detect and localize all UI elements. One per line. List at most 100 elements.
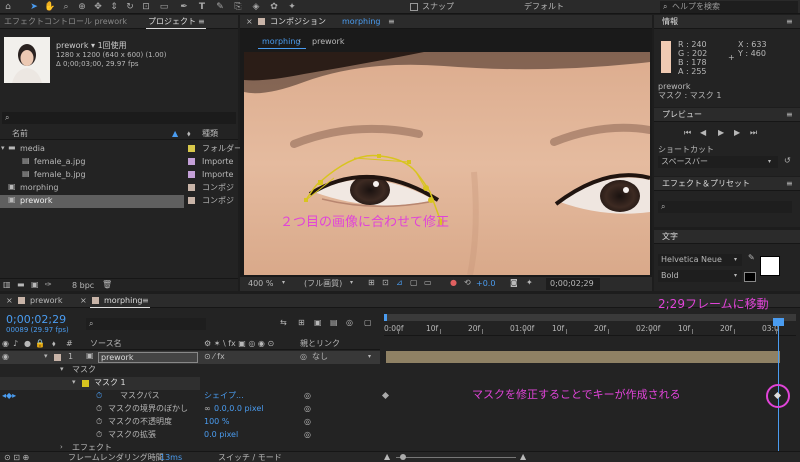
prev-frame-icon[interactable]: ◀ (700, 129, 706, 137)
panel-menu-icon[interactable]: ≡ (786, 18, 793, 26)
expand-arrow-icon[interactable]: ▾ (72, 379, 76, 386)
shy-icon[interactable]: ▣ (314, 319, 322, 327)
list-item-selected[interactable]: ▣ prework (0, 195, 184, 208)
zoom-dropdown[interactable]: 400 % (248, 280, 273, 288)
mask-visibility-icon[interactable]: ▢ (410, 279, 418, 287)
fill-color-swatch[interactable] (760, 256, 780, 276)
selection-tool-icon[interactable]: ➤ (28, 0, 40, 14)
guides-icon[interactable]: ▭ (424, 279, 432, 287)
lock-icon[interactable] (258, 18, 265, 25)
mask-path-value[interactable]: シェイプ... (204, 392, 244, 400)
expression-icon[interactable]: ◎ (304, 405, 311, 413)
transparency-icon[interactable]: ⊿ (396, 279, 403, 287)
layer-switches[interactable]: ⊙ ⁄ fx (204, 353, 225, 361)
expand-arrow-icon[interactable]: ▾ (1, 145, 5, 152)
hand-tool-icon[interactable]: ✋ (44, 0, 56, 14)
effects-search-field[interactable]: ⌕ (658, 201, 792, 213)
camera-snapshot-icon[interactable]: ◙ (510, 279, 518, 287)
panel-menu-icon[interactable]: ≡ (786, 111, 793, 119)
eyedropper-icon[interactable]: ✎ (748, 254, 755, 262)
mask-expansion-row[interactable]: ⏱ マスクの拡張 0.0 pixel ◎ (0, 429, 380, 442)
tab-morphing[interactable]: morphing (262, 38, 301, 46)
help-search-field[interactable]: ⌕ ヘルプを検索 (660, 1, 798, 13)
tab-effect-controls[interactable]: エフェクトコントロール prework (4, 18, 127, 26)
snapshot-grid-icon[interactable]: ⊞ (368, 279, 375, 287)
link-icon[interactable]: ∞ (204, 405, 211, 413)
loop-icon[interactable]: ↺ (784, 157, 791, 165)
mask-row[interactable]: ▾ マスク 1 (0, 377, 200, 390)
color-management-icon[interactable]: ● (450, 279, 457, 287)
clone-tool-icon[interactable]: ⎘ (232, 0, 244, 14)
exposure-value[interactable]: +0.0 (476, 280, 495, 288)
dolly-tool-icon[interactable]: ⇕ (108, 0, 120, 14)
frame-blend-icon[interactable]: ▤ (330, 319, 338, 327)
shortcut-dropdown[interactable]: スペースバー ▾ (658, 156, 778, 168)
col-type-header[interactable]: 種類 (202, 130, 218, 138)
region-icon[interactable]: ⊡ (382, 279, 389, 287)
panel-menu-icon[interactable]: ≡ (198, 18, 205, 26)
time-ruler[interactable]: 0:00f 10f 20f 01:00f 10f 20f 02:00f 10f 20f 03:0 (384, 322, 796, 336)
trash-icon[interactable]: 🗑 (102, 281, 112, 289)
show-snapshot-icon[interactable]: ✦ (526, 279, 533, 287)
close-icon[interactable]: × (6, 297, 13, 305)
keyframe-nav-icon[interactable]: ◂◆▸ (2, 392, 16, 400)
work-area-start-handle[interactable] (384, 314, 387, 321)
mask-feather-value[interactable]: 0.0,0.0 pixel (214, 405, 263, 413)
anchor-tool-icon[interactable]: ⊡ (140, 0, 152, 14)
panel-menu-icon[interactable]: ≡ (388, 18, 395, 26)
stopwatch-icon[interactable]: ⏱ (96, 431, 102, 439)
comp-flowchart-icon[interactable]: ⇆ (280, 319, 287, 327)
roto-tool-icon[interactable]: ✿ (268, 0, 280, 14)
exposure-reset-icon[interactable]: ⟲ (464, 279, 471, 287)
layer-row[interactable]: ◉ ▾ 1 ▣ prework ⊙ ⁄ fx ◎ なし ▾ (0, 351, 380, 364)
viewer-timecode[interactable]: 0;00;02;29 (550, 280, 594, 288)
mask-opacity-value[interactable]: 100 % (204, 418, 229, 426)
font-dropdown[interactable]: Helvetica Neue ▾ (658, 254, 742, 266)
layer-search-field[interactable]: ⌕ (86, 318, 206, 330)
sort-up-icon[interactable]: ▲ (172, 130, 178, 138)
layer-duration-bar[interactable] (386, 351, 780, 363)
type-tool-icon[interactable]: T (196, 0, 208, 14)
stopwatch-icon[interactable]: ⏱ (96, 405, 102, 413)
quality-dropdown[interactable]: (フル画質) (304, 280, 342, 288)
tab-prework[interactable]: prework (30, 297, 62, 305)
draft-3d-icon[interactable]: ⊞ (298, 319, 305, 327)
status-icons[interactable]: ⊙ ⊡ ⊕ (4, 454, 29, 462)
expression-icon[interactable]: ◎ (304, 431, 311, 439)
list-item[interactable]: ▤ female_a.jpg Importe (0, 156, 238, 169)
col-source-name[interactable]: ソース名 (90, 340, 122, 348)
pan-tool-icon[interactable]: ✥ (92, 0, 104, 14)
col-parent[interactable]: 親とリンク (300, 340, 340, 348)
project-search-field[interactable]: ⌕ (2, 112, 236, 124)
mask-feather-row[interactable]: ⏱ マスクの境界のぼかし ∞ 0.0,0.0 pixel ◎ (0, 403, 380, 416)
last-frame-icon[interactable]: ⏭ (750, 129, 757, 137)
viewer-image[interactable] (244, 52, 650, 275)
mask-expansion-value[interactable]: 0.0 pixel (204, 431, 238, 439)
expand-arrow-icon[interactable]: › (60, 444, 63, 451)
tab-morphing[interactable]: morphing (104, 297, 143, 305)
panel-menu-icon[interactable]: ≡ (786, 180, 793, 188)
close-icon[interactable]: × (80, 297, 87, 305)
first-frame-icon[interactable]: ⏮ (684, 129, 691, 137)
switch-mode-toggle[interactable]: スイッチ / モード (218, 454, 282, 462)
list-item[interactable]: ▤ female_b.jpg Importe (0, 169, 238, 182)
motion-blur-icon[interactable]: ◎ (346, 319, 353, 327)
puppet-tool-icon[interactable]: ✦ (286, 0, 298, 14)
zoom-tool-icon[interactable]: ⌕ (60, 0, 72, 14)
tab-prework[interactable]: prework (312, 38, 344, 46)
tab-project[interactable]: プロジェクト (148, 18, 196, 26)
bpc-label[interactable]: 8 bpc (72, 282, 94, 290)
stroke-color-swatch[interactable] (744, 272, 756, 282)
expression-icon[interactable]: ◎ (304, 392, 311, 400)
current-time-head[interactable] (773, 318, 784, 326)
visibility-eye-icon[interactable]: ◉ (2, 353, 9, 361)
expression-icon[interactable]: ◎ (304, 418, 311, 426)
parent-dropdown[interactable]: なし (312, 353, 328, 361)
work-area-bar[interactable] (384, 314, 796, 321)
orbit-tool-icon[interactable]: ⊕ (76, 0, 88, 14)
pick-whip-icon[interactable]: ◎ (300, 353, 307, 361)
list-item[interactable]: ▾ ▬ media フォルダー (0, 143, 242, 156)
next-frame-icon[interactable]: ▶ (734, 129, 740, 137)
zoom-out-icon[interactable]: ▲ (384, 453, 390, 461)
rectangle-tool-icon[interactable]: ▭ (158, 0, 170, 14)
